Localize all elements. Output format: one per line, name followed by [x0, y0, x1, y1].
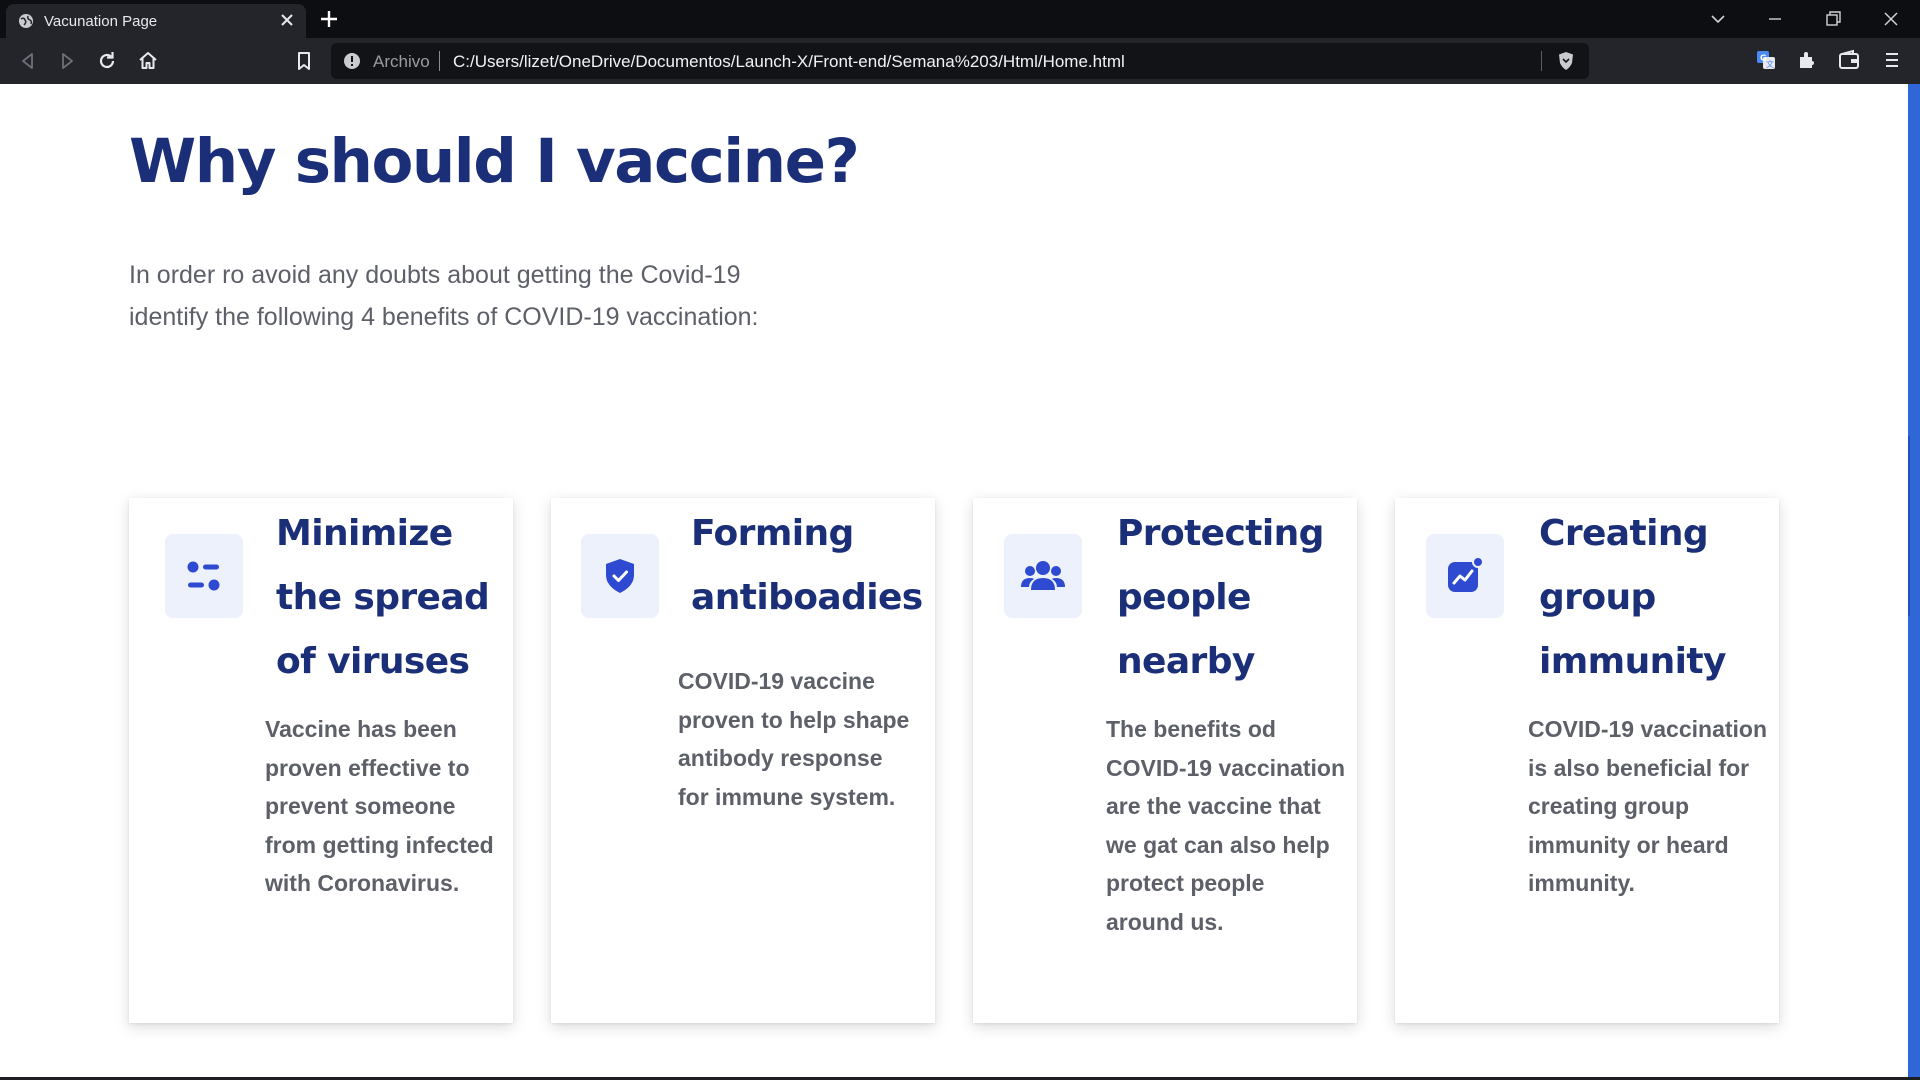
card-body: COVID-19 vaccination is also beneficial … [1528, 716, 1768, 896]
benefit-card: Creating group immunity COVID-19 vaccina… [1395, 498, 1779, 1023]
sliders-icon [187, 561, 220, 591]
url-text[interactable]: C:/Users/lizet/OneDrive/Documentos/Launc… [453, 52, 1125, 72]
tab-search-chevron-icon[interactable] [1707, 8, 1729, 30]
card-icon-container [1004, 534, 1082, 618]
card-title: Protecting people nearby [1117, 513, 1324, 682]
browser-toolbar: Archivo C:/Users/lizet/OneDrive/Document… [0, 38, 1920, 84]
browser-tab-bar: Vacunation Page [0, 0, 1920, 38]
page-viewport: Why should I vaccine? In order ro avoid … [0, 84, 1904, 1077]
new-tab-icon[interactable] [318, 8, 340, 30]
card-icon-container [1426, 534, 1504, 618]
scrollbar-thumb[interactable] [1908, 436, 1920, 616]
tab-title: Vacunation Page [44, 13, 158, 30]
shield-check-icon [606, 559, 634, 593]
translate-icon[interactable]: G 文 [1754, 48, 1778, 72]
card-title: Minimize the spread of viruses [276, 513, 490, 682]
back-icon[interactable] [16, 49, 40, 73]
page-scrollbar[interactable] [1906, 84, 1920, 1077]
browser-tab[interactable]: Vacunation Page [6, 4, 306, 38]
card-body: Vaccine has been proven effective to pre… [265, 716, 494, 896]
bookmark-icon[interactable] [292, 49, 316, 73]
chart-notification-icon [1448, 556, 1484, 592]
card-title: Creating group immunity [1539, 513, 1726, 682]
people-icon [1021, 561, 1065, 590]
card-body: COVID-19 vaccine proven to help shape an… [678, 668, 910, 810]
benefit-card: Minimize the spread of viruses Vaccine h… [129, 498, 513, 1023]
card-body: The benefits od COVID-19 vaccination are… [1106, 716, 1346, 935]
close-tab-icon[interactable] [278, 11, 296, 29]
url-scheme-label: Archivo [373, 52, 430, 71]
restore-icon[interactable] [1822, 8, 1844, 30]
address-bar[interactable]: Archivo C:/Users/lizet/OneDrive/Document… [331, 43, 1589, 79]
svg-text:文: 文 [1766, 59, 1774, 69]
globe-icon [19, 14, 33, 28]
forward-icon[interactable] [55, 49, 79, 73]
card-icon-container [581, 534, 659, 618]
card-title: Forming antiboadies [691, 513, 923, 618]
brave-shield-icon[interactable] [1555, 50, 1577, 72]
url-divider [1541, 51, 1542, 71]
wallet-icon[interactable] [1837, 48, 1861, 72]
page-heading: Why should I vaccine? [129, 126, 860, 197]
benefit-card: Protecting people nearby The benefits od… [973, 498, 1357, 1023]
menu-icon[interactable] [1880, 48, 1904, 72]
intro-paragraph: In order ro avoid any doubts about getti… [129, 261, 759, 331]
url-divider [439, 51, 440, 71]
close-window-icon[interactable] [1880, 8, 1902, 30]
reload-icon[interactable] [95, 49, 119, 73]
card-icon-container [165, 534, 243, 618]
extensions-puzzle-icon[interactable] [1795, 48, 1819, 72]
site-info-icon[interactable] [343, 52, 361, 70]
minimize-icon[interactable] [1764, 8, 1786, 30]
home-icon[interactable] [136, 49, 160, 73]
benefit-card: Forming antiboadies COVID-19 vaccine pro… [551, 498, 935, 1023]
